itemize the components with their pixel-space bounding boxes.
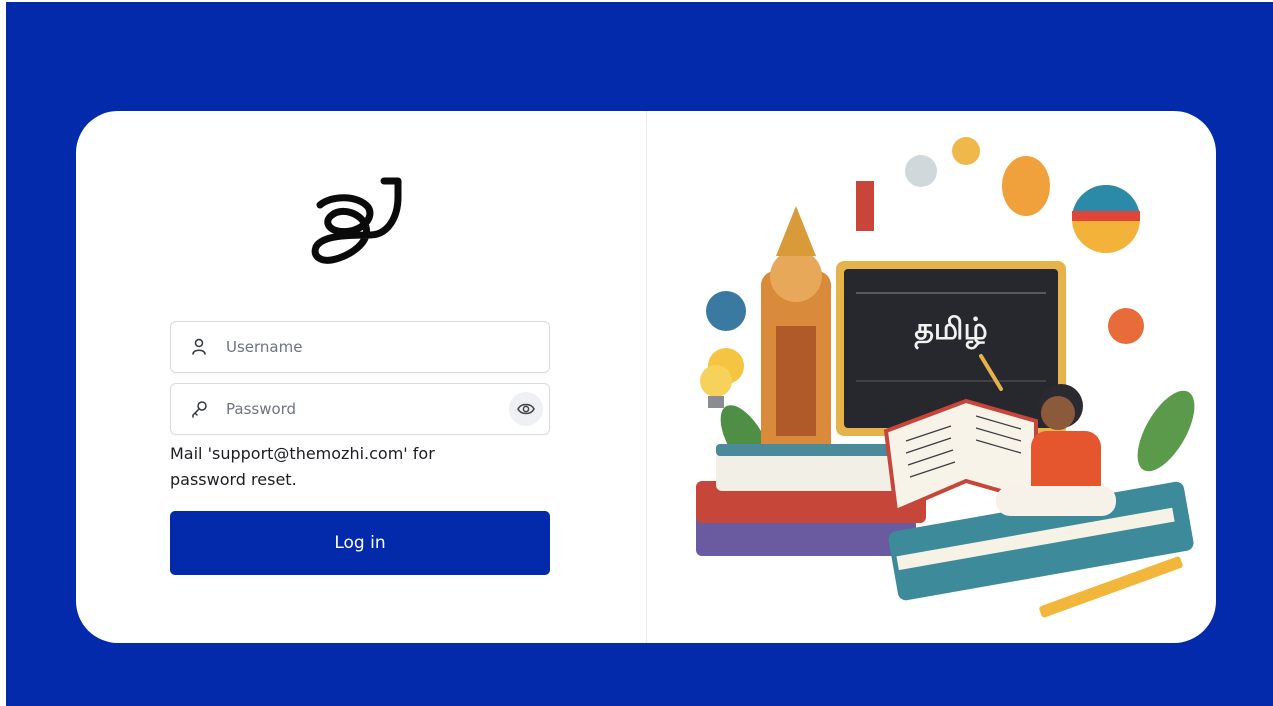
mozhi-logo (311, 177, 402, 264)
eye-icon[interactable] (509, 392, 543, 426)
password-reset-note: Mail 'support@themozhi.com' for password… (170, 444, 435, 489)
user-icon (189, 337, 209, 357)
login-pane: Mail 'support@themozhi.com' for password… (76, 111, 646, 643)
tamil-learning-illustration: தமிழ் (696, 137, 1195, 618)
password-field[interactable] (170, 383, 550, 435)
illustration-pane: தமிழ் (646, 111, 1216, 643)
username-field[interactable] (170, 321, 550, 373)
key-icon (189, 399, 209, 419)
login-card: Mail 'support@themozhi.com' for password… (76, 111, 1216, 643)
login-button[interactable]: Log in (170, 511, 550, 575)
password-input[interactable] (226, 384, 509, 434)
username-input[interactable] (226, 322, 549, 372)
chalkboard-text: தமிழ் (914, 312, 987, 350)
